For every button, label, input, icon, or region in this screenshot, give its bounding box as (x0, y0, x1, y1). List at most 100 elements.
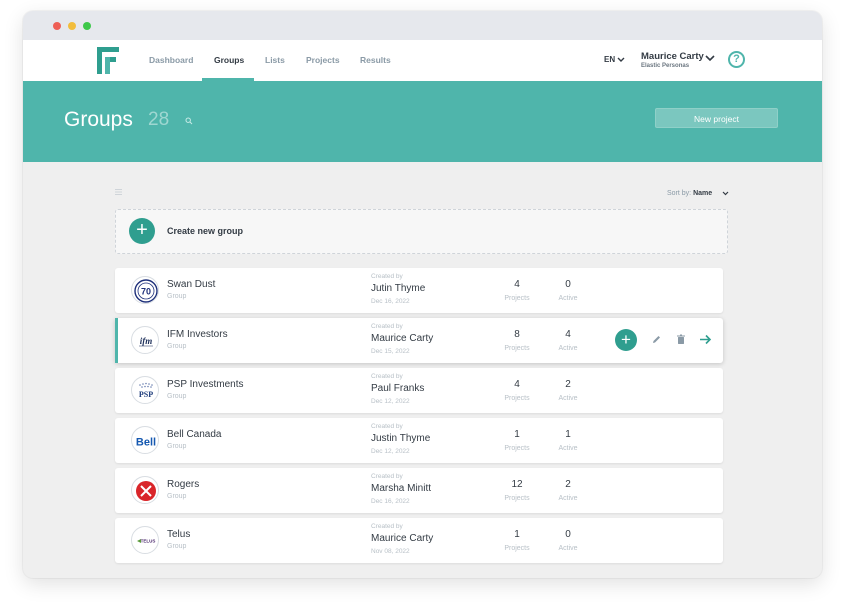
active-label: Active (558, 395, 578, 402)
group-row[interactable]: Bell Bell Canada Group Created by Justin… (115, 418, 723, 463)
add-to-group-button[interactable]: + (615, 329, 637, 351)
projects-count: 12 (511, 479, 523, 490)
active-label: Active (558, 295, 578, 302)
active-label: Active (558, 345, 578, 352)
close-window-button[interactable] (53, 22, 61, 30)
active-count: 4 (565, 329, 571, 340)
delete-trash-icon[interactable] (676, 334, 686, 345)
created-date: Dec 16, 2022 (371, 498, 410, 505)
active-count: 1 (565, 429, 571, 440)
group-row[interactable]: Rogers Group Created by Marsha Minitt De… (115, 468, 723, 513)
language-selector[interactable]: EN (604, 55, 625, 64)
page-banner: Groups 28 New project (23, 81, 822, 162)
language-label: EN (604, 55, 616, 64)
created-by-label: Created by (371, 373, 403, 380)
nav-dashboard[interactable]: Dashboard (149, 40, 193, 81)
active-label: Active (558, 495, 578, 502)
bell-logo-text: Bell (136, 437, 156, 449)
projects-label: Projects (504, 395, 530, 402)
psp-logo: PSP (131, 376, 159, 404)
list-view-icon[interactable] (115, 188, 123, 196)
nav-projects[interactable]: Projects (306, 40, 340, 81)
add-group-plus-icon[interactable]: + (129, 218, 155, 244)
projects-label: Projects (504, 445, 530, 452)
swan-logo-text: 70 (141, 287, 151, 297)
ifm-logo: ifm (131, 326, 159, 354)
telus-logo-text: TELUS (141, 539, 156, 544)
create-group-card[interactable]: + Create new group (115, 209, 728, 254)
group-name[interactable]: Swan Dust (167, 279, 215, 290)
active-label: Active (558, 545, 578, 552)
created-date: Dec 12, 2022 (371, 398, 410, 405)
group-name[interactable]: Telus (167, 529, 190, 540)
user-organization: Elastic Personas (641, 63, 690, 69)
search-icon[interactable] (185, 117, 193, 125)
psp-logo-text: PSP (139, 390, 153, 399)
group-name[interactable]: Rogers (167, 479, 199, 490)
sort-selector[interactable]: Sort by: Name (667, 190, 712, 197)
projects-label: Projects (504, 295, 530, 302)
active-count: 2 (565, 379, 571, 390)
creator-name: Maurice Carty (371, 333, 434, 344)
created-date: Dec 12, 2022 (371, 448, 410, 455)
group-name[interactable]: IFM Investors (167, 329, 228, 340)
projects-label: Projects (504, 545, 530, 552)
projects-count: 4 (514, 279, 520, 290)
sort-chevron-down-icon[interactable] (722, 191, 729, 196)
group-type: Group (167, 393, 187, 400)
nav-lists[interactable]: Lists (265, 40, 285, 81)
projects-count: 1 (514, 529, 520, 540)
nav-results[interactable]: Results (360, 40, 391, 81)
created-by-label: Created by (371, 273, 403, 280)
projects-count: 4 (514, 379, 520, 390)
projects-count: 8 (514, 329, 520, 340)
chevron-down-icon (617, 57, 625, 62)
create-group-label: Create new group (167, 226, 244, 236)
groups-content: Sort by: Name + Create new group 70 Swan… (23, 162, 822, 578)
group-row[interactable]: TELUS Telus Group Created by Maurice Car… (115, 518, 723, 563)
created-date: Dec 15, 2022 (371, 348, 410, 355)
created-by-label: Created by (371, 473, 403, 480)
browser-window: Dashboard Groups Lists Projects Results … (23, 11, 822, 578)
group-count: 28 (148, 109, 170, 130)
row-accent (115, 318, 118, 363)
swan-dust-logo: 70 (131, 276, 159, 304)
help-icon[interactable]: ? (728, 51, 745, 68)
group-type: Group (167, 543, 187, 550)
maximize-window-button[interactable] (83, 22, 91, 30)
nav-groups[interactable]: Groups (214, 40, 244, 81)
creator-name: Marsha Minitt (371, 483, 432, 494)
minimize-window-button[interactable] (68, 22, 76, 30)
created-by-label: Created by (371, 423, 403, 430)
creator-name: Jutin Thyme (371, 283, 426, 294)
group-name[interactable]: PSP Investments (167, 379, 244, 390)
created-date: Nov 08, 2022 (371, 548, 410, 555)
active-count: 0 (565, 529, 571, 540)
open-arrow-right-icon[interactable] (699, 334, 712, 345)
user-name[interactable]: Maurice Carty (641, 51, 704, 62)
group-type: Group (167, 293, 187, 300)
group-type: Group (167, 343, 187, 350)
app-logo[interactable] (97, 47, 119, 74)
telus-logo: TELUS (131, 526, 159, 554)
group-row[interactable]: PSP PSP Investments Group Created by Pau… (115, 368, 723, 413)
edit-pencil-icon[interactable] (651, 334, 662, 345)
created-date: Dec 16, 2022 (371, 298, 410, 305)
group-name[interactable]: Bell Canada (167, 429, 221, 440)
ifm-logo-text: ifm (140, 336, 153, 346)
group-type: Group (167, 493, 187, 500)
active-count: 2 (565, 479, 571, 490)
active-label: Active (558, 445, 578, 452)
projects-count: 1 (514, 429, 520, 440)
new-project-button[interactable]: New project (655, 108, 778, 128)
creator-name: Justin Thyme (371, 433, 431, 444)
projects-label: Projects (504, 345, 530, 352)
user-menu-chevron-icon[interactable] (705, 54, 715, 62)
bell-logo: Bell (131, 426, 159, 454)
group-row-selected[interactable]: ifm IFM Investors Group Created by Mauri… (115, 318, 723, 363)
group-row[interactable]: 70 Swan Dust Group Created by Jutin Thym… (115, 268, 723, 313)
projects-label: Projects (504, 495, 530, 502)
top-navbar: Dashboard Groups Lists Projects Results … (23, 40, 822, 81)
created-by-label: Created by (371, 523, 403, 530)
creator-name: Paul Franks (371, 383, 425, 394)
